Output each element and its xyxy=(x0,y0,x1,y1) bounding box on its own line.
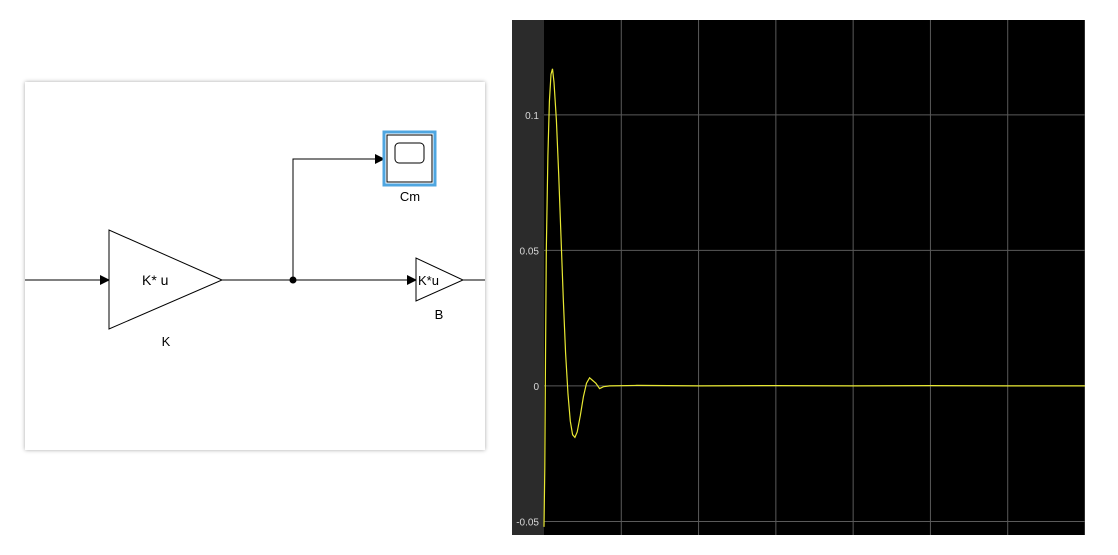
diagram-svg: K* u K Cm K*u B xyxy=(25,130,485,349)
gain-b-expression: K*u xyxy=(418,273,439,288)
y-tick-label: 0.1 xyxy=(525,111,539,122)
gain-block-k[interactable]: K* u xyxy=(108,229,224,330)
gain-block-b[interactable]: K*u xyxy=(415,257,465,302)
y-tick-labels: 0.1 0.05 0 -0.05 xyxy=(516,111,539,529)
scope-screen-icon xyxy=(394,142,425,164)
scope-plot: 0.1 0.05 0 -0.05 xyxy=(516,20,1085,535)
scope-block-cm[interactable] xyxy=(382,130,437,187)
scope-window: 0.1 0.05 0 -0.05 xyxy=(512,20,1085,535)
simulink-diagram-canvas: K* u K Cm K*u B xyxy=(25,82,485,450)
scope-cm-label: Cm xyxy=(400,189,420,204)
y-tick-label: -0.05 xyxy=(516,517,539,528)
signal-line-to-scope[interactable] xyxy=(292,154,385,280)
gain-k-expression: K* u xyxy=(142,272,168,288)
y-tick-label: 0 xyxy=(533,382,539,393)
plot-area xyxy=(544,20,1085,535)
gain-b-label: B xyxy=(435,307,444,322)
gain-k-label: K xyxy=(162,334,171,349)
y-tick-label: 0.05 xyxy=(520,246,540,257)
